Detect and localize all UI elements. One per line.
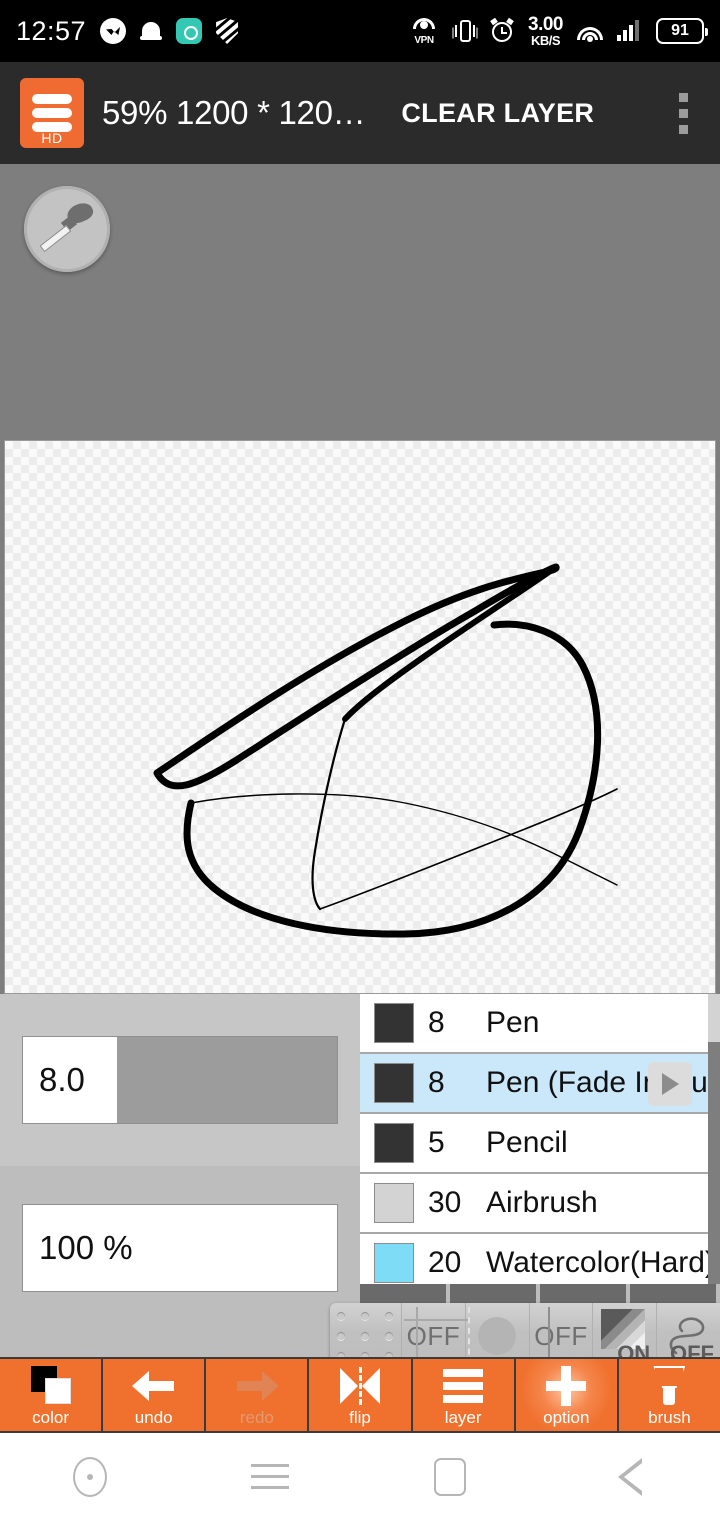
brush-swatch: [374, 1243, 414, 1283]
play-triangle-icon[interactable]: [648, 1062, 692, 1106]
brush-item-size: 8: [428, 1006, 445, 1039]
hd-logo-icon[interactable]: HD: [20, 78, 84, 148]
brush-icon: [653, 1366, 686, 1406]
assistant-dot-icon[interactable]: [0, 1433, 180, 1520]
plus-icon: [544, 1364, 588, 1408]
vibrate-icon: [452, 18, 476, 44]
wifi-icon: [576, 19, 604, 43]
undo-button-label: undo: [134, 1408, 173, 1427]
drawing-canvas[interactable]: [4, 440, 716, 994]
battery-indicator: 91: [656, 18, 708, 44]
scrollbar-thumb[interactable]: [708, 994, 720, 1042]
brush-item-size: 20: [428, 1246, 462, 1279]
vpn-label: VPN: [414, 35, 434, 46]
bell-icon: [140, 19, 163, 43]
option-button[interactable]: option: [515, 1359, 617, 1431]
overflow-menu-icon[interactable]: [666, 83, 700, 143]
workspace[interactable]: [0, 164, 720, 994]
brush-list-item[interactable]: 8 Pen: [360, 994, 720, 1054]
redo-button-label: redo: [239, 1408, 274, 1427]
arrow-right-icon: [235, 1371, 279, 1401]
brush-swatch: [374, 1063, 414, 1103]
flip-button[interactable]: flip: [309, 1359, 411, 1431]
opacity-slider[interactable]: 100 %: [22, 1204, 338, 1292]
app-bar: HD 59% 1200 * 120… CLEAR LAYER: [0, 62, 720, 164]
brush-swatch: [374, 1003, 414, 1043]
messenger-icon: [100, 18, 127, 44]
brush-list-item[interactable]: 20 Watercolor(Hard): [360, 1234, 720, 1284]
opacity-slider-wrap: 100 %: [0, 1166, 360, 1330]
arrow-left-icon: [131, 1371, 176, 1401]
flip-horizontal-icon: [338, 1367, 382, 1405]
opacity-value: 100 %: [39, 1229, 133, 1266]
brush-list[interactable]: 8 Pen 8 Pen (Fade In/Out 5 Pencil 30 Air…: [360, 994, 720, 1284]
brush-swatch: [374, 1183, 414, 1223]
network-speed-unit: KB/S: [530, 33, 561, 48]
circle-icon: [478, 1317, 517, 1355]
alarm-icon: [489, 17, 515, 44]
brush-list-item[interactable]: 5 Pencil: [360, 1114, 720, 1174]
brush-list-scrollbar[interactable]: [708, 994, 720, 1284]
eyedropper-icon[interactable]: [24, 186, 110, 272]
crosshair-state: OFF: [406, 1320, 461, 1351]
flip-button-label: flip: [349, 1408, 371, 1427]
brush-size-value: 8.0: [39, 1061, 85, 1098]
brush-list-item[interactable]: 8 Pen (Fade In/Out: [360, 1054, 720, 1114]
slider-block: 8.0 100 %: [0, 994, 360, 1330]
status-clock: 12:57: [16, 15, 87, 46]
brush-button[interactable]: brush: [618, 1359, 720, 1431]
green-app-icon: [176, 18, 203, 44]
app-root: 12:57 VPN 3.00 KB/S 91 HD 59% 1200 * 120…: [0, 0, 720, 1520]
layers-icon: [443, 1369, 484, 1403]
redo-button[interactable]: redo: [206, 1359, 308, 1431]
brush-size-slider-wrap: 8.0: [0, 994, 360, 1166]
layer-button[interactable]: layer: [412, 1359, 514, 1431]
brush-button-label: brush: [648, 1408, 691, 1427]
bottom-toolbar: color undo redo flip layer option brush: [0, 1357, 720, 1433]
brush-item-name: Pencil: [486, 1126, 568, 1159]
status-bar: 12:57 VPN 3.00 KB/S 91: [0, 0, 720, 62]
shield-icon: [216, 18, 238, 44]
brush-item-size: 8: [428, 1066, 445, 1099]
back-triangle-icon[interactable]: [540, 1433, 720, 1520]
color-button[interactable]: color: [0, 1359, 102, 1431]
brush-item-name: Pen: [486, 1006, 540, 1039]
vertical-line-state: OFF: [534, 1320, 588, 1351]
color-button-label: color: [32, 1408, 69, 1427]
eyedropper-glyph: [37, 199, 97, 259]
brush-item-size: 5: [428, 1126, 445, 1159]
layer-button-label: layer: [444, 1408, 482, 1427]
vpn-icon: VPN: [409, 17, 439, 46]
color-swatch-icon: [29, 1366, 73, 1406]
brush-swatch: [374, 1123, 414, 1163]
canvas-strokes: [153, 563, 618, 938]
page-title: 59% 1200 * 120…: [102, 94, 366, 131]
undo-button[interactable]: undo: [103, 1359, 205, 1431]
brush-item-name: Watercolor(Hard): [486, 1246, 715, 1279]
brush-item-size: 30: [428, 1186, 462, 1219]
home-square-icon[interactable]: [360, 1433, 540, 1520]
network-speed-value: 3.00: [528, 14, 563, 35]
hd-logo-label: HD: [41, 130, 63, 146]
signal-icon: [617, 19, 643, 43]
android-nav-bar: [0, 1433, 720, 1520]
brush-size-slider[interactable]: 8.0: [22, 1036, 338, 1124]
recents-menu-icon[interactable]: [180, 1433, 360, 1520]
network-speed-indicator: 3.00 KB/S: [528, 15, 563, 47]
brush-item-name: Airbrush: [486, 1186, 598, 1219]
brush-list-item[interactable]: 30 Airbrush: [360, 1174, 720, 1234]
status-bar-left: 12:57: [16, 16, 238, 47]
option-button-label: option: [543, 1408, 590, 1427]
clear-layer-button[interactable]: CLEAR LAYER: [401, 98, 594, 129]
status-bar-right: VPN 3.00 KB/S 91: [409, 15, 708, 47]
